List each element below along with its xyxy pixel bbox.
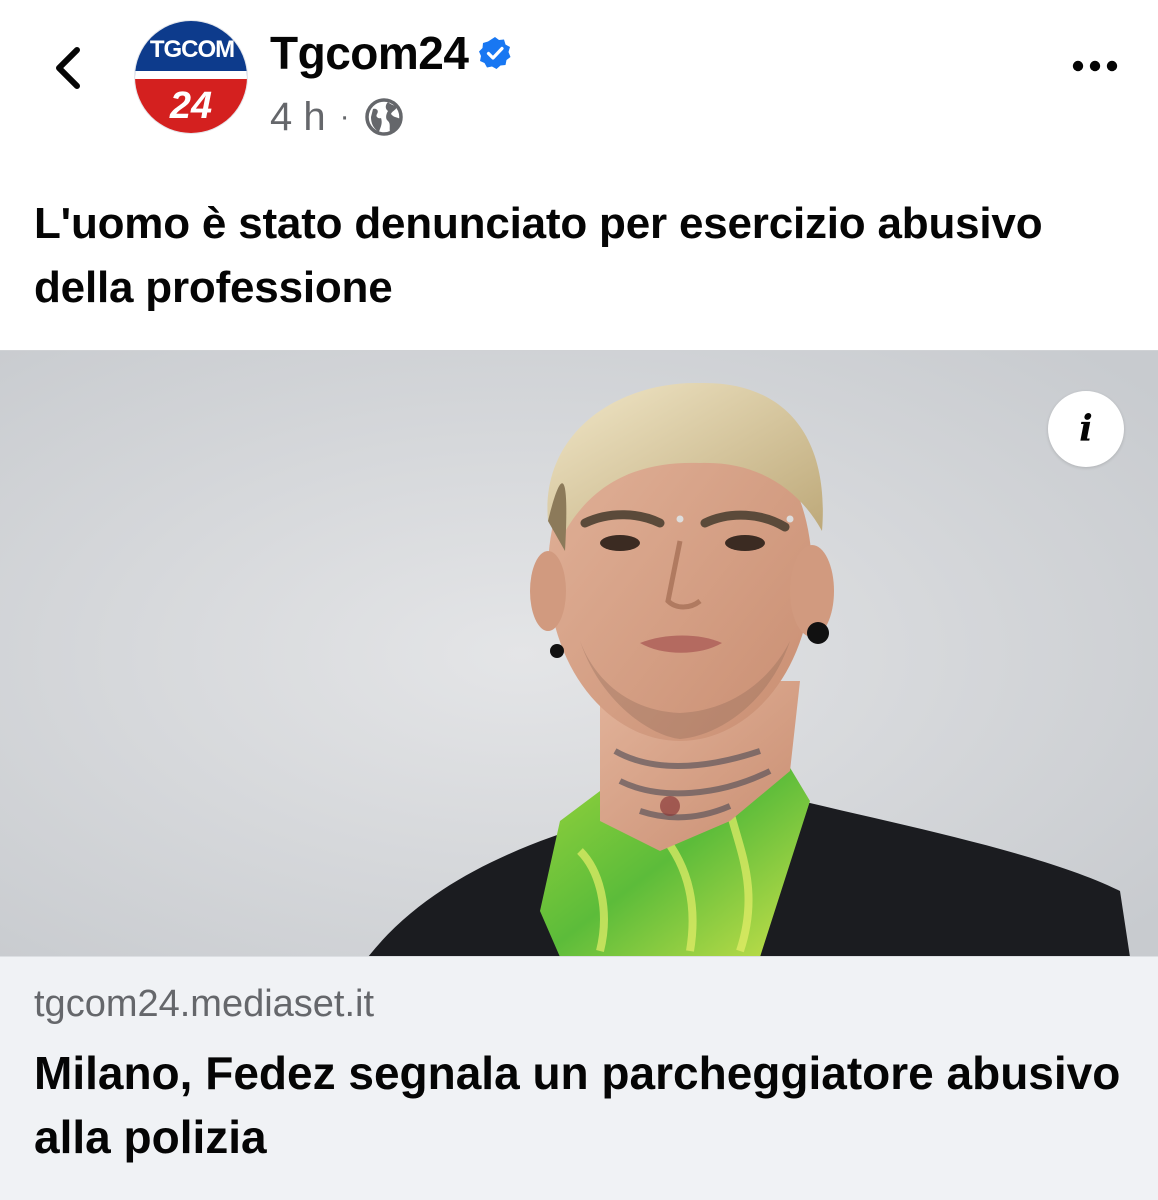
page-name-row: Tgcom24 bbox=[270, 22, 512, 84]
more-options-button[interactable] bbox=[1060, 44, 1130, 88]
post-meta: 4 h · bbox=[270, 92, 404, 142]
avatar-text-bottom: 24 bbox=[169, 85, 212, 127]
tgcom24-logo: TGCOM 24 bbox=[135, 21, 247, 133]
article-photo[interactable]: i bbox=[0, 350, 1158, 956]
meta-separator: · bbox=[339, 100, 350, 133]
post-header: TGCOM 24 Tgcom24 4 h · bbox=[0, 0, 1158, 170]
verified-badge-icon bbox=[478, 36, 512, 70]
link-preview-card[interactable]: i tgcom24.mediaset.it Milano, Fedez segn… bbox=[0, 350, 1158, 1200]
avatar-text-top: TGCOM bbox=[150, 36, 234, 63]
back-button[interactable] bbox=[40, 38, 96, 98]
info-icon: i bbox=[1079, 408, 1093, 450]
post-caption: L'uomo è stato denunciato per esercizio … bbox=[34, 199, 1043, 312]
link-domain: tgcom24.mediaset.it bbox=[34, 983, 375, 1025]
post-time[interactable]: 4 h bbox=[270, 95, 326, 140]
page-name[interactable]: Tgcom24 bbox=[270, 26, 469, 80]
globe-icon bbox=[364, 97, 404, 137]
portrait-illustration bbox=[0, 351, 1158, 956]
info-button[interactable]: i bbox=[1048, 391, 1124, 467]
chevron-left-icon bbox=[56, 47, 80, 89]
link-headline: Milano, Fedez segnala un parcheggiatore … bbox=[34, 1047, 1121, 1163]
link-card-footer[interactable]: tgcom24.mediaset.it Milano, Fedez segnal… bbox=[0, 956, 1158, 1200]
page-avatar[interactable]: TGCOM 24 bbox=[134, 20, 248, 134]
more-horizontal-icon bbox=[1072, 60, 1118, 72]
